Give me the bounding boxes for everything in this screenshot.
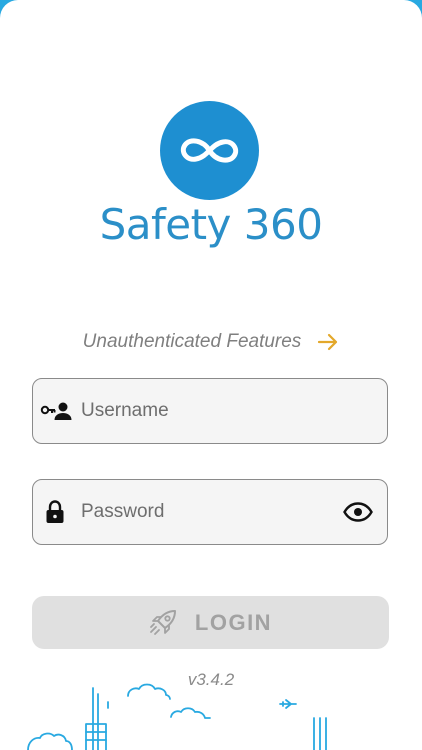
password-input[interactable] bbox=[81, 480, 331, 544]
infinity-icon bbox=[180, 138, 239, 163]
arrow-right-icon bbox=[318, 333, 338, 351]
eye-icon[interactable] bbox=[343, 502, 373, 522]
city-skyline-illustration bbox=[27, 683, 327, 750]
rocket-icon bbox=[150, 609, 176, 635]
password-field[interactable] bbox=[32, 479, 388, 545]
login-button[interactable]: LOGIN bbox=[32, 596, 389, 649]
app-logo bbox=[160, 101, 259, 200]
unauthenticated-features-label: Unauthenticated Features bbox=[82, 331, 302, 352]
login-label: LOGIN bbox=[194, 609, 273, 635]
unauthenticated-features-link[interactable]: Unauthenticated Features bbox=[0, 328, 422, 356]
username-field[interactable] bbox=[32, 378, 388, 444]
brand-name: Safety 360 bbox=[99, 200, 323, 249]
username-input[interactable] bbox=[81, 379, 331, 443]
lock-icon bbox=[46, 500, 64, 523]
user-key-icon bbox=[40, 402, 72, 420]
login-screen: Safety 360 Unauthenticated Features User… bbox=[0, 0, 422, 750]
